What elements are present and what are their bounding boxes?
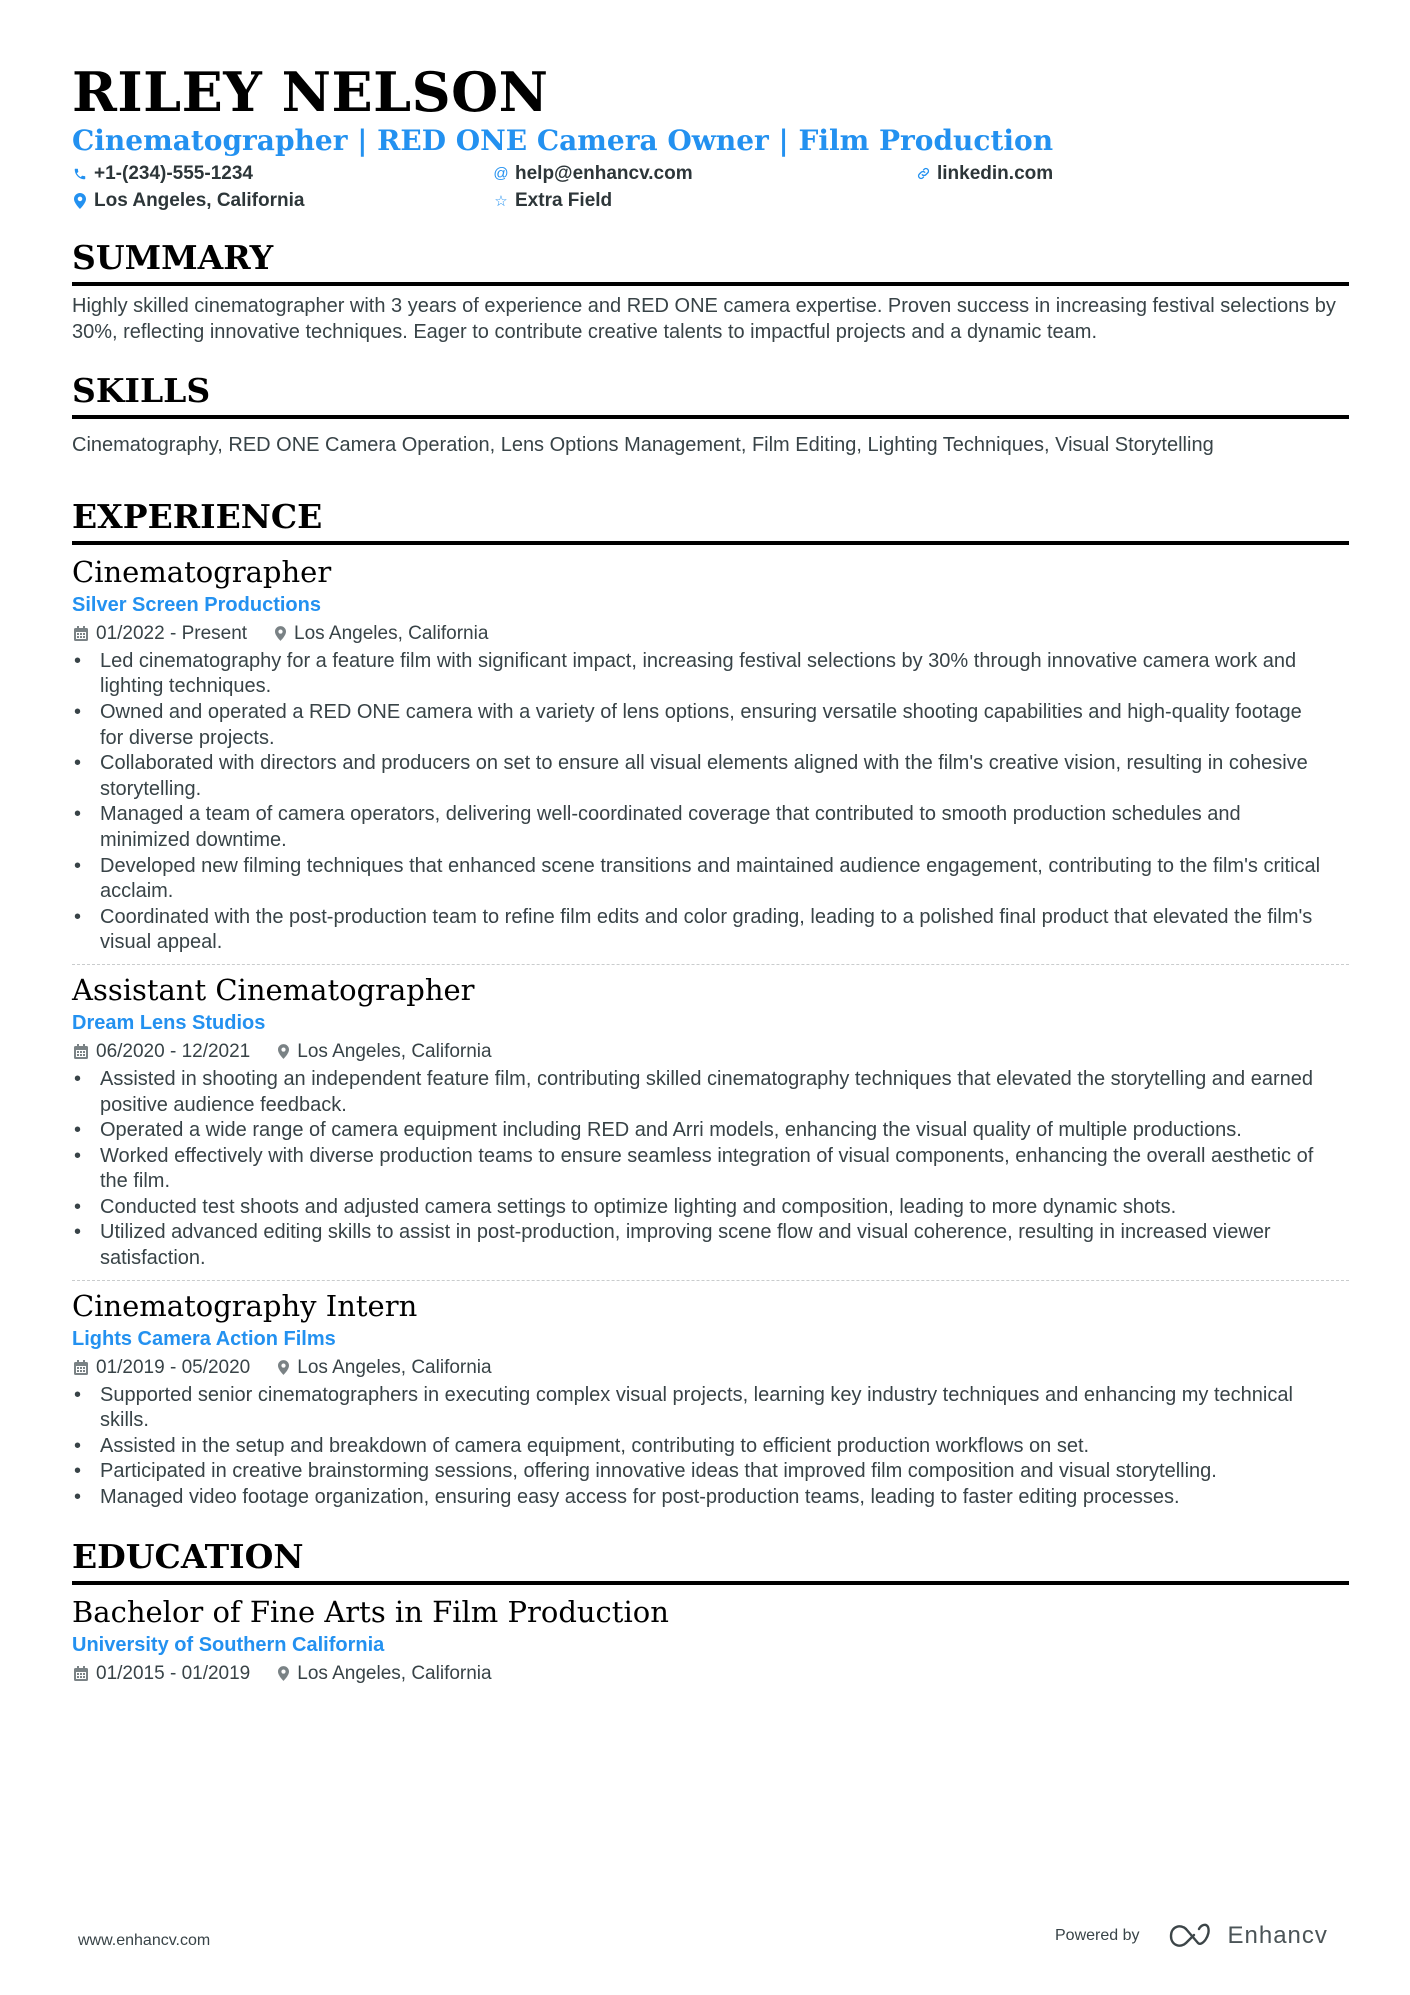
bullet-item: Utilized advanced editing skills to assi… xyxy=(74,1220,1349,1271)
powered-by-label: Powered by xyxy=(1055,1927,1140,1944)
job-location: Los Angeles, California xyxy=(297,1040,492,1062)
bullet-item: Coordinated with the post-production tea… xyxy=(74,905,1349,956)
job-meta: 01/2022 - Present Los Angeles, Californi… xyxy=(74,619,1349,649)
footer-website[interactable]: www.enhancv.com xyxy=(78,1932,210,1950)
linkedin-link[interactable]: linkedin.com xyxy=(937,163,1053,185)
contact-phone: +1-(234)-555-1234 xyxy=(72,162,493,185)
contact-extra: ☆ Extra Field xyxy=(493,189,915,212)
phone-icon xyxy=(72,167,88,181)
education-meta: 01/2015 - 01/2019 Los Angeles, Californi… xyxy=(74,1659,1349,1689)
section-title-skills: SKILLS xyxy=(72,371,1349,420)
job-company: Lights Camera Action Films xyxy=(72,1327,336,1350)
job-location: Los Angeles, California xyxy=(294,622,489,644)
bullet-item: Owned and operated a RED ONE camera with… xyxy=(74,700,1349,751)
extra-field-text: Extra Field xyxy=(515,189,613,211)
job-bullets: Supported senior cinematographers in exe… xyxy=(72,1383,1349,1511)
footer-branding: Powered by Enhancv xyxy=(1055,1922,1328,1950)
bullet-item: Managed video footage organization, ensu… xyxy=(74,1485,1349,1511)
contact-location: Los Angeles, California xyxy=(72,189,493,212)
star-icon: ☆ xyxy=(494,192,508,210)
bullet-item: Collaborated with directors and producer… xyxy=(74,751,1349,802)
experience-item: Cinematographer Silver Screen Production… xyxy=(72,553,1349,964)
school-name: University of Southern California xyxy=(72,1633,385,1656)
job-bullets: Assisted in shooting an independent feat… xyxy=(72,1067,1349,1272)
calendar-icon xyxy=(74,626,88,642)
job-bullets: Led cinematography for a feature film wi… xyxy=(72,649,1349,956)
bullet-item: Assisted in shooting an independent feat… xyxy=(74,1067,1349,1118)
resume-page: RILEY NELSON Cinematographer | RED ONE C… xyxy=(72,60,1349,1697)
email-address[interactable]: help@enhancv.com xyxy=(515,163,693,185)
skills-section: SKILLS Cinematography, RED ONE Camera Op… xyxy=(72,371,1349,459)
bullet-item: Assisted in the setup and breakdown of c… xyxy=(74,1434,1349,1460)
bullet-item: Participated in creative brainstorming s… xyxy=(74,1459,1349,1485)
job-dates: 06/2020 - 12/2021 xyxy=(96,1040,251,1062)
bullet-item: Led cinematography for a feature film wi… xyxy=(74,649,1349,700)
job-location: Los Angeles, California xyxy=(297,1356,492,1378)
calendar-icon xyxy=(74,1666,88,1682)
experience-item: Assistant Cinematographer Dream Lens Stu… xyxy=(72,963,1349,1280)
education-item: Bachelor of Fine Arts in Film Production… xyxy=(72,1593,1349,1697)
link-icon xyxy=(915,166,931,181)
experience-section: EXPERIENCE Cinematographer Silver Screen… xyxy=(72,497,1349,1519)
contact-info: +1-(234)-555-1234 @ help@enhancv.com lin… xyxy=(72,162,1349,212)
location-pin-icon xyxy=(72,192,88,209)
bullet-item: Developed new filming techniques that en… xyxy=(74,854,1349,905)
location-pin-icon xyxy=(278,1044,290,1060)
section-title-summary: SUMMARY xyxy=(72,238,1349,286)
job-meta: 01/2019 - 05/2020 Los Angeles, Californi… xyxy=(74,1353,1349,1383)
summary-text: Highly skilled cinematographer with 3 ye… xyxy=(72,295,1336,343)
enhancv-logo-icon xyxy=(1168,1923,1214,1949)
location-pin-icon xyxy=(275,626,287,642)
education-dates: 01/2015 - 01/2019 xyxy=(96,1662,251,1684)
bullet-item: Supported senior cinematographers in exe… xyxy=(74,1383,1349,1434)
skills-text: Cinematography, RED ONE Camera Operation… xyxy=(72,434,1214,457)
education-section: EDUCATION Bachelor of Fine Arts in Film … xyxy=(72,1537,1349,1697)
job-company: Dream Lens Studios xyxy=(72,1011,266,1034)
calendar-icon xyxy=(74,1360,88,1376)
bullet-item: Conducted test shoots and adjusted camer… xyxy=(74,1195,1349,1221)
bullet-item: Operated a wide range of camera equipmen… xyxy=(74,1118,1349,1144)
phone-number[interactable]: +1-(234)-555-1234 xyxy=(94,163,253,185)
education-location: Los Angeles, California xyxy=(297,1662,492,1684)
enhancv-brand[interactable]: Enhancv xyxy=(1228,1922,1328,1950)
location-pin-icon xyxy=(278,1360,290,1375)
contact-linkedin: linkedin.com xyxy=(915,162,1335,185)
job-role: Assistant Cinematographer xyxy=(72,972,475,1007)
job-role: Cinematography Intern xyxy=(72,1288,418,1323)
job-meta: 06/2020 - 12/2021 Los Angeles, Californi… xyxy=(74,1037,1349,1067)
bullet-item: Worked effectively with diverse producti… xyxy=(74,1144,1349,1195)
bullet-item: Managed a team of camera operators, deli… xyxy=(74,802,1349,853)
job-dates: 01/2022 - Present xyxy=(96,622,248,644)
candidate-name: RILEY NELSON xyxy=(72,60,549,124)
location-pin-icon xyxy=(278,1666,290,1681)
section-title-education: EDUCATION xyxy=(72,1537,1349,1585)
section-title-experience: EXPERIENCE xyxy=(72,497,1349,545)
summary-section: SUMMARY Highly skilled cinematographer w… xyxy=(72,238,1349,345)
contact-email: @ help@enhancv.com xyxy=(493,162,915,185)
calendar-icon xyxy=(74,1044,88,1060)
job-dates: 01/2019 - 05/2020 xyxy=(96,1356,251,1378)
at-icon: @ xyxy=(493,165,509,182)
job-company: Silver Screen Productions xyxy=(72,593,321,616)
experience-item: Cinematography Intern Lights Camera Acti… xyxy=(72,1279,1349,1519)
location-text: Los Angeles, California xyxy=(94,189,305,211)
job-role: Cinematographer xyxy=(72,554,332,589)
candidate-title: Cinematographer | RED ONE Camera Owner |… xyxy=(72,124,1054,157)
degree-title: Bachelor of Fine Arts in Film Production xyxy=(72,1594,669,1629)
